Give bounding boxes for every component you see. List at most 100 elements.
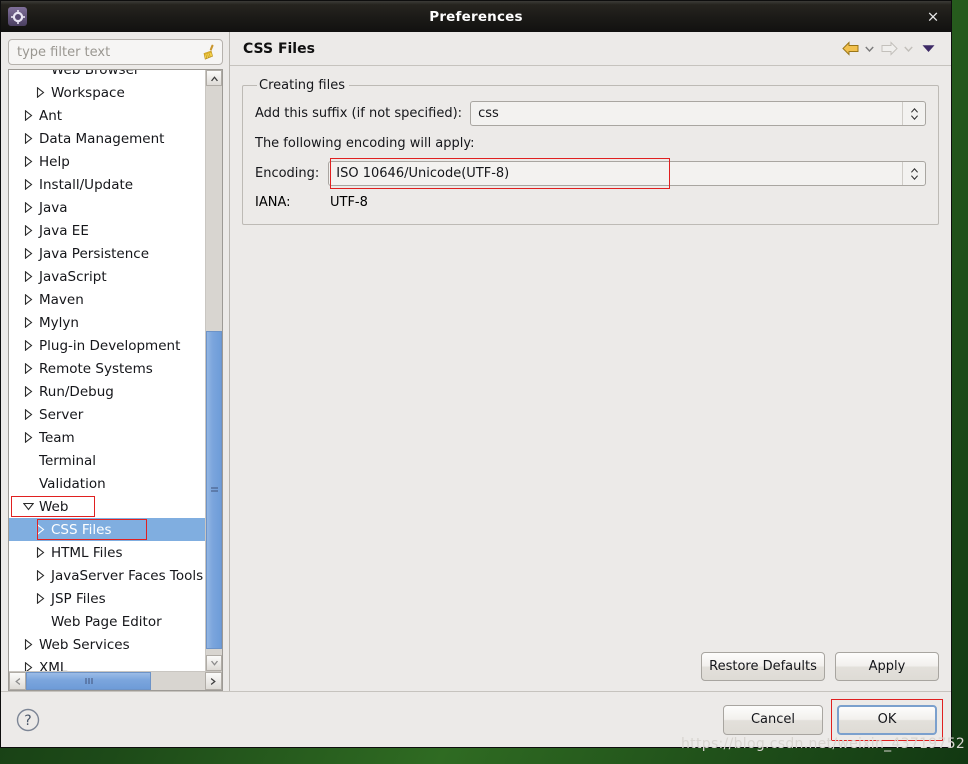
chevron-right-icon[interactable]	[19, 386, 37, 397]
tree-vertical-scrollbar[interactable]	[205, 70, 222, 671]
tree-item-label: Plug-in Development	[39, 337, 181, 354]
tree-item-java-persistence[interactable]: Java Persistence	[9, 242, 205, 265]
dialog-footer: ? Cancel OK	[1, 691, 951, 747]
tree-item-web-services[interactable]: Web Services	[9, 633, 205, 656]
scroll-down-arrow-icon[interactable]	[206, 655, 222, 671]
tree-item-java[interactable]: Java	[9, 196, 205, 219]
tree-item-label: HTML Files	[51, 544, 123, 561]
tree-item-label: Terminal	[39, 452, 97, 469]
chevron-right-icon[interactable]	[19, 363, 37, 374]
suffix-combo[interactable]: css	[470, 101, 926, 126]
tree-item-label: CSS Files	[51, 521, 112, 538]
tree-item-java-ee[interactable]: Java EE	[9, 219, 205, 242]
cancel-button[interactable]: Cancel	[723, 704, 823, 735]
scroll-left-arrow-icon[interactable]	[9, 672, 26, 690]
tree-item-install-update[interactable]: Install/Update	[9, 173, 205, 196]
tree-item-ant[interactable]: Ant	[9, 104, 205, 127]
window-title: Preferences	[429, 8, 523, 25]
apply-button-row: Restore Defaults Apply	[230, 652, 951, 691]
vertical-scroll-track[interactable]	[206, 86, 222, 655]
tree-item-mylyn[interactable]: Mylyn	[9, 311, 205, 334]
chevron-right-icon[interactable]	[19, 248, 37, 259]
tree-item-workspace[interactable]: Workspace	[9, 81, 205, 104]
tree-item-css-files[interactable]: CSS Files	[9, 518, 205, 541]
tree-item-label: Team	[39, 429, 75, 446]
chevron-right-icon[interactable]	[19, 662, 37, 671]
chevron-right-icon[interactable]	[19, 639, 37, 650]
page-title: CSS Files	[243, 40, 315, 57]
chevron-right-icon[interactable]	[31, 524, 49, 535]
restore-defaults-button[interactable]: Restore Defaults	[701, 652, 825, 681]
scroll-up-arrow-icon[interactable]	[206, 70, 222, 86]
back-arrow-icon[interactable]	[839, 38, 861, 60]
tree-item-label: Validation	[39, 475, 106, 492]
chevron-right-icon[interactable]	[19, 409, 37, 420]
tree-item-label: Web Browser	[49, 70, 139, 78]
broom-icon[interactable]	[202, 44, 217, 60]
vertical-scroll-thumb[interactable]	[206, 330, 222, 650]
ok-button-wrapper: OK	[831, 698, 943, 741]
help-question-icon[interactable]: ?	[15, 707, 41, 733]
chevron-right-icon[interactable]	[19, 179, 37, 190]
chevron-right-icon[interactable]	[19, 110, 37, 121]
chevron-right-icon[interactable]	[19, 432, 37, 443]
tree-item-terminal[interactable]: Terminal	[9, 449, 205, 472]
encoding-note: The following encoding will apply:	[255, 136, 475, 151]
tree-item-label: Ant	[39, 107, 63, 124]
encoding-value: ISO 10646/Unicode(UTF-8)	[336, 166, 510, 181]
chevron-right-icon[interactable]	[19, 340, 37, 351]
close-icon[interactable]: ×	[925, 9, 941, 24]
tree-main: Web Browser Workspace Ant Data Management He…	[9, 70, 222, 671]
tree-item-web-page-editor[interactable]: Web Page Editor	[9, 610, 205, 633]
tree-item-team[interactable]: Team	[9, 426, 205, 449]
tree-item-label: Install/Update	[39, 176, 134, 193]
tree-item-label: XML	[39, 659, 68, 672]
tree-item-run-debug[interactable]: Run/Debug	[9, 380, 205, 403]
chevron-right-icon[interactable]	[19, 317, 37, 328]
chevron-right-icon[interactable]	[19, 156, 37, 167]
search-input[interactable]	[9, 40, 222, 64]
suffix-spinner-icon[interactable]	[902, 102, 925, 125]
encoding-spinner-icon[interactable]	[902, 162, 925, 185]
chevron-right-icon[interactable]	[19, 202, 37, 213]
chevron-right-icon[interactable]	[19, 225, 37, 236]
chevron-right-icon[interactable]	[19, 271, 37, 282]
chevron-right-icon[interactable]	[19, 294, 37, 305]
tree-item-html-files[interactable]: HTML Files	[9, 541, 205, 564]
tree-item-server[interactable]: Server	[9, 403, 205, 426]
tree-item-validation[interactable]: Validation	[9, 472, 205, 495]
scroll-right-arrow-icon[interactable]	[205, 672, 222, 690]
tree-item-web[interactable]: Web	[9, 495, 205, 518]
ok-button[interactable]: OK	[837, 704, 937, 735]
tree-item-plug-in-development[interactable]: Plug-in Development	[9, 334, 205, 357]
chevron-right-icon[interactable]	[31, 593, 49, 604]
tree-horizontal-scrollbar[interactable]	[9, 671, 222, 690]
encoding-combo[interactable]: ISO 10646/Unicode(UTF-8)	[328, 161, 926, 186]
chevron-right-icon[interactable]	[19, 133, 37, 144]
filter-field-wrapper[interactable]	[8, 39, 223, 65]
tree-item-web-browser[interactable]: Web Browser	[9, 70, 205, 81]
chevron-right-icon[interactable]	[31, 87, 49, 98]
tree-item-xml[interactable]: XML	[9, 656, 205, 671]
tree-item-help[interactable]: Help	[9, 150, 205, 173]
apply-button[interactable]: Apply	[835, 652, 939, 681]
tree-item-remote-systems[interactable]: Remote Systems	[9, 357, 205, 380]
back-history-chevron-down-icon[interactable]	[863, 38, 876, 60]
tree-item-jsp-files[interactable]: JSP Files	[9, 587, 205, 610]
view-menu-triangle-icon[interactable]	[917, 38, 939, 60]
horizontal-scroll-thumb[interactable]	[26, 672, 152, 690]
chevron-right-icon[interactable]	[31, 570, 49, 581]
preferences-dialog: Preferences × type filter text Workspace…	[0, 0, 952, 748]
tree-item-maven[interactable]: Maven	[9, 288, 205, 311]
page-content: Creating files Add this suffix (if not s…	[230, 66, 951, 652]
tree-item-label: Data Management	[39, 130, 165, 147]
creating-files-group: Creating files Add this suffix (if not s…	[242, 78, 939, 225]
tree-item-javascript[interactable]: JavaScript	[9, 265, 205, 288]
tree-item-javaserver-faces-tools[interactable]: JavaServer Faces Tools	[9, 564, 205, 587]
horizontal-scroll-track[interactable]	[26, 672, 205, 690]
tree-item-data-management[interactable]: Data Management	[9, 127, 205, 150]
tree-item-label: Run/Debug	[39, 383, 114, 400]
forward-history-chevron-down-icon	[902, 38, 915, 60]
chevron-down-icon[interactable]	[19, 502, 37, 511]
chevron-right-icon[interactable]	[31, 547, 49, 558]
